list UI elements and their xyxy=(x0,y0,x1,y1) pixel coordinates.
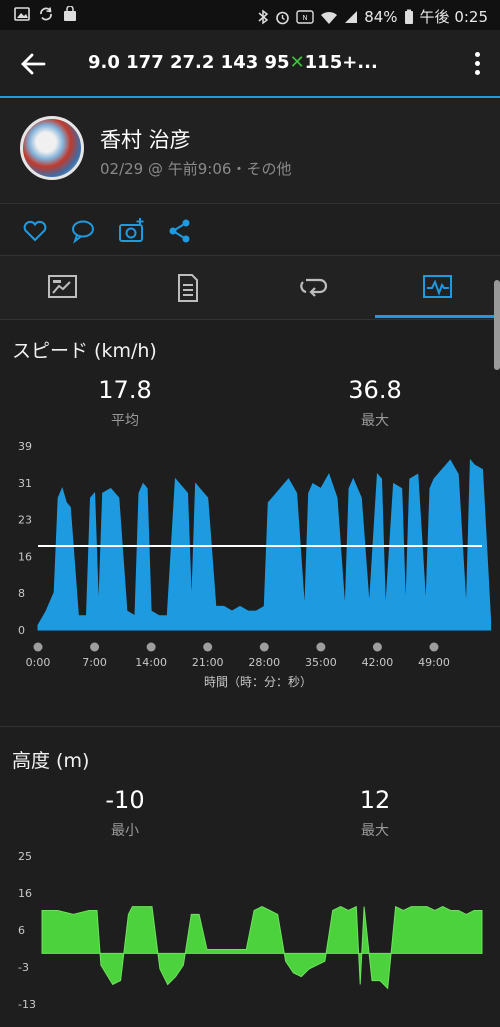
speed-x-tick-dot xyxy=(372,642,382,652)
altitude-y-tick-label: 16 xyxy=(18,887,32,900)
tab-overview[interactable] xyxy=(0,256,125,318)
notification-icons xyxy=(14,6,78,22)
bag-icon xyxy=(64,6,76,21)
tab-details[interactable] xyxy=(125,256,250,318)
speed-x-tick-dot xyxy=(33,642,43,652)
bluetooth-icon xyxy=(258,9,269,24)
speed-x-axis: 0:00 7:00 14:00 21:00 28:00 35:00 42:00 49:00 xyxy=(26,642,450,669)
speed-x-tick-label: 28:00 xyxy=(248,656,280,669)
altitude-y-tick-label: 6 xyxy=(18,924,25,937)
battery-icon xyxy=(404,9,413,24)
clock: 午後 0:25 xyxy=(419,8,488,26)
speed-max-value: 36.8 xyxy=(348,376,402,404)
tab-laps[interactable] xyxy=(250,256,375,318)
speed-y-tick-label: 0 xyxy=(18,624,25,637)
speed-y-tick-label: 31 xyxy=(18,477,32,490)
system-status: N 84% 午後 0:25 xyxy=(257,6,488,27)
speed-x-tick-dot xyxy=(90,642,100,652)
title-text-end: 115+... xyxy=(304,52,378,73)
altitude-max-value: 12 xyxy=(359,786,391,814)
speed-title: スピード (km/h) xyxy=(12,340,157,362)
tab-graphs[interactable] xyxy=(375,256,500,318)
alarm-icon xyxy=(276,11,290,24)
battery-percent: 84% xyxy=(364,7,398,26)
altitude-title: 高度 (m) xyxy=(12,750,90,772)
action-bar xyxy=(0,204,500,256)
sync-icon xyxy=(40,7,52,21)
speed-y-tick-label: 8 xyxy=(18,587,25,600)
altitude-y-tick-label: 25 xyxy=(18,850,32,863)
details-icon xyxy=(178,274,198,302)
title-text-start: 9.0 177 27.2 143 95 xyxy=(88,52,290,73)
wifi-icon xyxy=(321,11,338,24)
speed-x-tick-label: 14:00 xyxy=(135,656,167,669)
user-name[interactable]: 香村 治彦 xyxy=(100,124,191,154)
speed-average-label: 平均 xyxy=(111,413,139,429)
scrollbar[interactable] xyxy=(494,280,500,370)
signal-icon xyxy=(345,10,358,23)
speed-x-axis-label: 時間（時：分：秒） xyxy=(204,675,312,689)
speed-x-tick-dot xyxy=(146,642,156,652)
speed-y-tick-label: 39 xyxy=(18,440,32,453)
speed-x-tick-dot xyxy=(259,642,269,652)
svg-text:N: N xyxy=(303,14,308,22)
speed-x-tick-dot xyxy=(316,642,326,652)
speed-x-tick-label: 21:00 xyxy=(192,656,224,669)
speed-y-tick-label: 16 xyxy=(18,550,32,563)
app-bar: 9.0 177 27.2 143 95✕115+... xyxy=(0,30,500,98)
image-icon xyxy=(14,7,30,21)
laps-icon xyxy=(300,278,328,297)
back-arrow-icon[interactable] xyxy=(18,50,50,78)
speed-x-tick-dot xyxy=(429,642,439,652)
altitude-min-label: 最小 xyxy=(111,823,139,839)
altitude-max-label: 最大 xyxy=(361,823,389,839)
speed-max-label: 最大 xyxy=(361,413,389,429)
camera-add-icon[interactable] xyxy=(118,217,146,245)
speed-chart[interactable]: 39 31 23 16 8 0 0:00 7:00 14:00 21:00 28:00 35:00 4… xyxy=(0,436,500,700)
speed-x-tick-label: 42:00 xyxy=(362,656,394,669)
speed-x-tick-label: 35:00 xyxy=(305,656,337,669)
activity-meta: 02/29 @ 午前9:06・その他 xyxy=(100,160,292,178)
title-mark: ✕ xyxy=(289,52,305,73)
speed-average-value: 17.8 xyxy=(98,376,152,404)
avatar[interactable] xyxy=(20,116,84,180)
share-icon[interactable] xyxy=(166,217,194,245)
nfc-icon: N xyxy=(296,9,314,24)
speed-y-axis: 39 31 23 16 8 0 xyxy=(18,440,32,637)
altitude-y-axis: 25 16 6 -3 -13 xyxy=(18,850,36,1011)
status-bar: N 84% 午後 0:25 xyxy=(0,0,500,30)
graphs-icon xyxy=(423,275,452,298)
altitude-y-tick-label: -3 xyxy=(18,961,29,974)
tab-bar xyxy=(0,256,500,320)
altitude-series-area xyxy=(41,905,483,990)
overview-icon xyxy=(48,275,77,298)
section-divider xyxy=(0,726,500,727)
comment-icon[interactable] xyxy=(69,217,97,245)
speed-x-tick-dot xyxy=(203,642,213,652)
speed-x-tick-label: 0:00 xyxy=(26,656,51,669)
altitude-y-tick-label: -13 xyxy=(18,998,36,1011)
speed-x-tick-label: 7:00 xyxy=(82,656,107,669)
altitude-chart[interactable]: 25 16 6 -3 -13 xyxy=(0,846,500,1027)
speed-x-tick-label: 49:00 xyxy=(418,656,450,669)
activity-title: 9.0 177 27.2 143 95✕115+... xyxy=(88,52,378,73)
more-options-icon[interactable] xyxy=(474,52,482,76)
heart-icon[interactable] xyxy=(21,217,49,245)
altitude-min-value: -10 xyxy=(105,786,145,814)
activity-header: 香村 治彦 02/29 @ 午前9:06・その他 xyxy=(0,100,500,204)
speed-y-tick-label: 23 xyxy=(18,514,32,527)
